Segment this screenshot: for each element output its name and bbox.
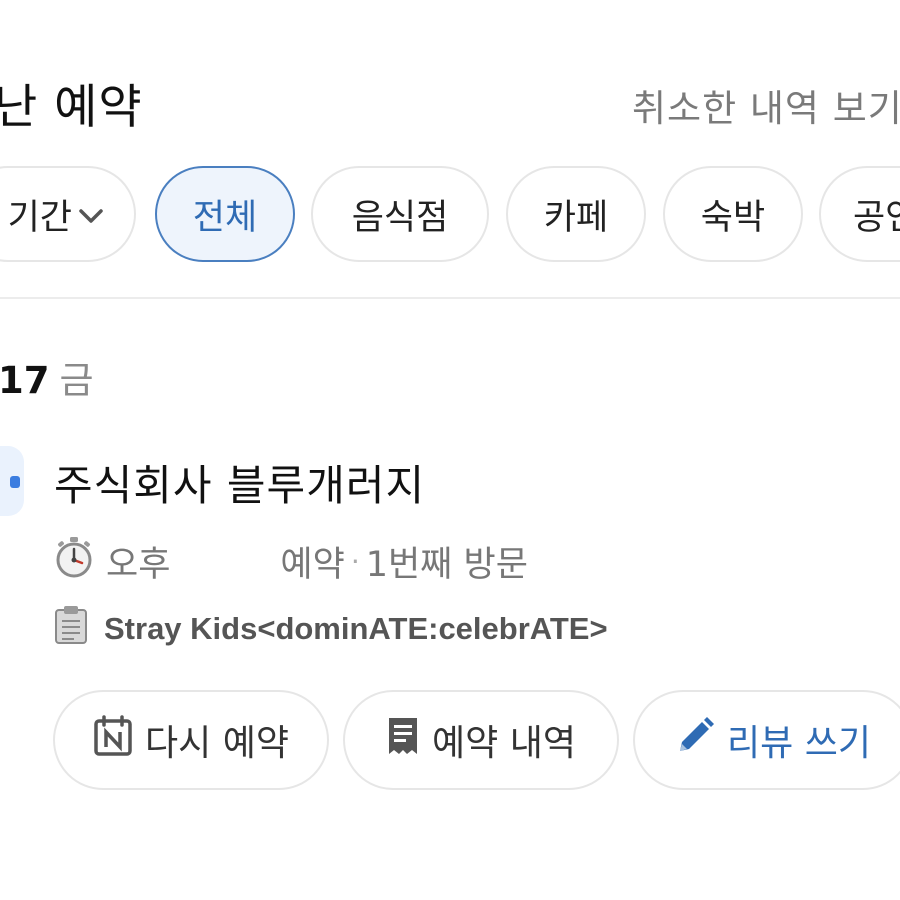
calendar-n-icon xyxy=(93,714,133,766)
weekday: 금 xyxy=(59,359,94,402)
reservation-history-button[interactable]: 예약 내역 xyxy=(343,690,619,790)
reservation-status: 예약 xyxy=(280,544,345,585)
filter-chip-cafe[interactable]: 카페 xyxy=(506,166,646,262)
stopwatch-icon xyxy=(54,536,94,587)
filter-chip-performance[interactable]: 공연 xyxy=(819,166,900,262)
filter-chip-restaurant[interactable]: 음식점 xyxy=(311,166,489,262)
rebook-button[interactable]: 다시 예약 xyxy=(53,690,329,790)
date-number: .17 xyxy=(0,359,50,402)
reservation-date: .17금 xyxy=(0,350,94,404)
reservation-time: 오후 xyxy=(106,544,171,585)
chevron-down-icon xyxy=(78,194,104,234)
pencil-icon xyxy=(675,716,715,765)
meta-separator: · xyxy=(350,544,360,578)
receipt-icon xyxy=(386,716,420,765)
memo-text: Stray Kids<dominATE:celebrATE> xyxy=(104,611,608,646)
write-review-button[interactable]: 리뷰 쓰기 xyxy=(633,690,900,790)
filter-chip-lodging[interactable]: 숙박 xyxy=(663,166,803,262)
page-title: 난 예약 xyxy=(0,80,143,135)
reservation-history-page: 난 예약 취소한 내역 보기 기간 전체 음식점 카페 숙박 공연 .17금 주… xyxy=(0,0,900,900)
clipboard-icon xyxy=(54,605,88,653)
period-filter-dropdown[interactable]: 기간 xyxy=(0,166,136,262)
write-review-label: 리뷰 쓰기 xyxy=(727,723,871,764)
visit-count: 1번째 방문 xyxy=(365,544,528,585)
section-divider xyxy=(0,297,900,299)
place-name[interactable]: 주식회사 블루개러지 xyxy=(54,452,425,513)
reservation-memo: Stray Kids<dominATE:celebrATE> xyxy=(54,606,608,652)
cancelled-history-link[interactable]: 취소한 내역 보기 xyxy=(632,78,900,132)
filter-chip-all[interactable]: 전체 xyxy=(155,166,295,262)
rebook-label: 다시 예약 xyxy=(145,723,289,764)
period-filter-label: 기간 xyxy=(7,197,72,238)
reservation-meta: 오후 예약 · 1번째 방문 xyxy=(54,536,528,587)
reservation-history-label: 예약 내역 xyxy=(432,723,576,764)
place-thumbnail-icon xyxy=(0,446,24,516)
